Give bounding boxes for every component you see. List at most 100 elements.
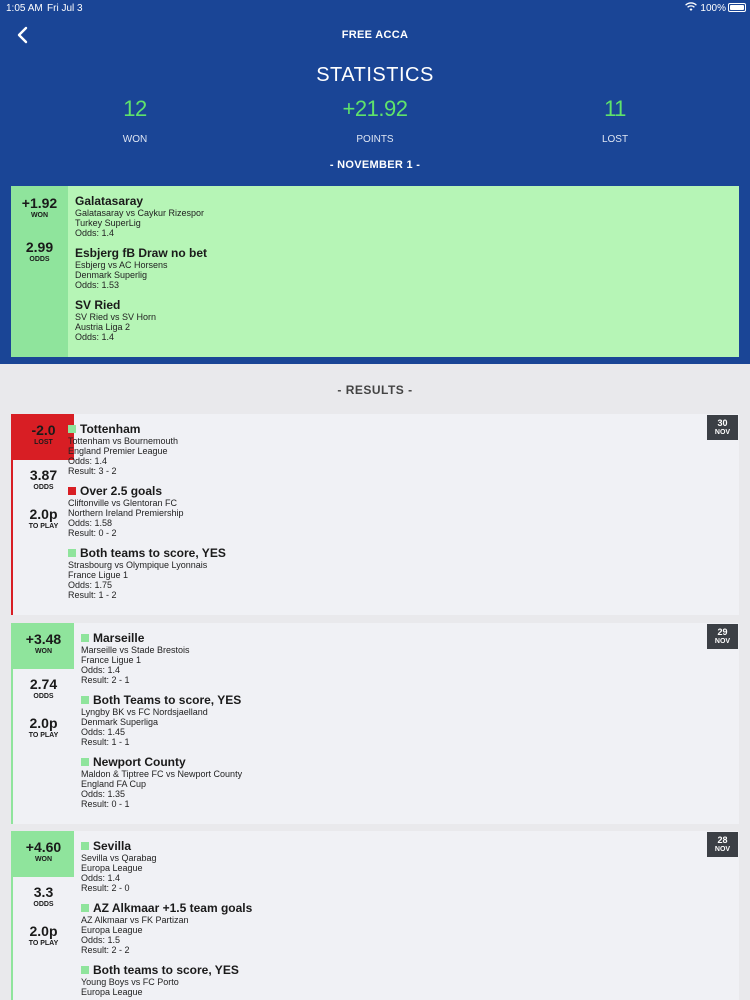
result-odds-label: ODDS (33, 901, 54, 908)
current-result-label: WON (30, 212, 49, 219)
selection-match: Cliftonville vs Glentoran FC (68, 498, 178, 508)
selection-result: Result: 0 - 1 (81, 799, 130, 809)
selection-league: Northern Ireland Premiership (68, 508, 184, 518)
selection-result: Result: 3 - 2 (68, 466, 117, 476)
bet-title: Galatasaray (75, 194, 144, 208)
date-day: 28 (717, 835, 728, 845)
stat-lost-value: 11 (604, 96, 626, 121)
selection-odds: Odds: 1.45 (81, 727, 126, 737)
selection-match: AZ Alkmaar vs FK Partizan (81, 915, 189, 925)
result-stake-label: TO PLAY (28, 523, 59, 530)
result-stake: 2.0p TO PLAY (13, 506, 74, 530)
result-stake: 2.0p TO PLAY (13, 715, 74, 739)
selection-title: Both Teams to score, YES (93, 693, 242, 707)
current-bet: SV Ried SV Ried vs SV Horn Austria Liga … (75, 298, 156, 342)
bet-match: Galatasaray vs Caykur Rizespor (75, 208, 205, 218)
date-badge: 30 NOV (707, 415, 738, 440)
stat-won-label: WON (122, 134, 148, 145)
current-odds-label: ODDS (29, 256, 50, 263)
won-indicator (81, 696, 89, 704)
date-month: NOV (714, 846, 731, 853)
selection-league: Denmark Superliga (81, 717, 159, 727)
current-odds-value: 2.99 (25, 239, 54, 255)
result-label: LOST (34, 439, 53, 446)
selection-result: Result: 2 - 0 (81, 883, 130, 893)
stat-points-value: +21.92 (342, 96, 408, 121)
result-stake-value: 2.0p (29, 715, 58, 731)
result-odds: 3.87 ODDS (13, 467, 74, 491)
current-date-heading: - NOVEMBER 1 - (329, 159, 421, 171)
date-month: NOV (714, 429, 731, 436)
selection-odds: Odds: 1.4 (68, 456, 108, 466)
current-acca-card[interactable]: +1.92 WON 2.99 ODDS Galatasaray Galatasa… (11, 186, 739, 357)
result-label: WON (34, 856, 53, 863)
result-odds-value: 3.3 (33, 884, 54, 900)
result-stake-value: 2.0p (29, 923, 58, 939)
results-heading: - RESULTS - (337, 383, 413, 397)
selection-odds: Odds: 1.58 (68, 518, 113, 528)
bet-title: SV Ried (75, 298, 121, 312)
selection-match: Sevilla vs Qarabag (81, 853, 157, 863)
selection-match: Maldon & Tiptree FC vs Newport County (81, 769, 243, 779)
selection: Both teams to score, YES Strasbourg vs O… (68, 546, 226, 600)
wifi-icon (685, 2, 697, 11)
selection-odds: Odds: 1.5 (81, 935, 121, 945)
selection: AZ Alkmaar +1.5 team goals AZ Alkmaar vs… (81, 901, 252, 955)
date-badge: 28 NOV (707, 832, 738, 857)
stat-points: +21.92 POINTS (305, 96, 445, 145)
result-card[interactable]: +3.48 WON 2.74 ODDS 2.0p TO PLAY 29 NOV … (11, 623, 739, 824)
selection-title: AZ Alkmaar +1.5 team goals (93, 901, 253, 915)
result-card[interactable]: -2.0 LOST 3.87 ODDS 2.0p TO PLAY 30 NOV … (11, 414, 739, 615)
result-label: WON (34, 648, 53, 655)
stat-lost-label: LOST (601, 134, 629, 145)
result-stake-label: TO PLAY (28, 940, 59, 947)
selection-match: Lyngby BK vs FC Nordsjaelland (81, 707, 208, 717)
result-badge: -2.0 LOST (13, 414, 74, 460)
status-time: 1:05 AM (6, 3, 43, 14)
status-date: Fri Jul 3 (47, 3, 83, 14)
selection-result: Result: 2 - 2 (81, 945, 130, 955)
selection-title: Both teams to score, YES (93, 963, 239, 977)
won-indicator (81, 758, 89, 766)
result-odds-value: 3.87 (29, 467, 58, 483)
bet-match: SV Ried vs SV Horn (75, 312, 157, 322)
selection-odds: Odds: 1.75 (68, 580, 113, 590)
selection-league: Europa League (81, 925, 143, 935)
lost-indicator (68, 487, 76, 495)
status-bar: 1:05 AM Fri Jul 3 100% (0, 0, 750, 16)
won-indicator (81, 904, 89, 912)
selection: Sevilla Sevilla vs Qarabag Europa League… (81, 839, 157, 893)
selection: Both teams to score, YES Young Boys vs F… (81, 963, 239, 997)
selection-league: France Ligue 1 (68, 570, 129, 580)
selection: Over 2.5 goals Cliftonville vs Glentoran… (68, 484, 184, 538)
won-indicator (81, 634, 89, 642)
stat-won-value: 12 (123, 96, 147, 121)
selection-league: England Premier League (68, 446, 168, 456)
result-odds: 3.3 ODDS (13, 884, 74, 908)
won-indicator (81, 842, 89, 850)
selection-result: Result: 0 - 2 (68, 528, 117, 538)
selection: Both Teams to score, YES Lyngby BK vs FC… (81, 693, 241, 747)
selection: Marseille Marseille vs Stade Brestois Fr… (81, 631, 190, 685)
result-badge: +4.60 WON (13, 831, 74, 877)
result-value: -2.0 (31, 422, 56, 438)
result-stake-value: 2.0p (29, 506, 58, 522)
date-badge: 29 NOV (707, 624, 738, 649)
bet-title: Esbjerg fB Draw no bet (75, 246, 208, 260)
selection: Tottenham Tottenham vs Bournemouth Engla… (68, 422, 178, 476)
selection-title: Marseille (93, 631, 145, 645)
result-card[interactable]: +4.60 WON 3.3 ODDS 2.0p TO PLAY 28 NOV S… (11, 831, 739, 1000)
won-indicator (68, 549, 76, 557)
selection-league: Europa League (81, 987, 143, 997)
battery-percent: 100% (700, 3, 726, 14)
statistics-title: STATISTICS (316, 64, 434, 86)
stat-won: 12 WON (65, 96, 205, 145)
date-month: NOV (714, 638, 731, 645)
result-value: +4.60 (25, 839, 62, 855)
result-stake: 2.0p TO PLAY (13, 923, 74, 947)
selection-odds: Odds: 1.4 (81, 873, 121, 883)
bet-odds: Odds: 1.4 (75, 228, 115, 238)
selection-title: Both teams to score, YES (80, 546, 226, 560)
selection-result: Result: 1 - 2 (68, 590, 117, 600)
result-odds-label: ODDS (33, 693, 54, 700)
